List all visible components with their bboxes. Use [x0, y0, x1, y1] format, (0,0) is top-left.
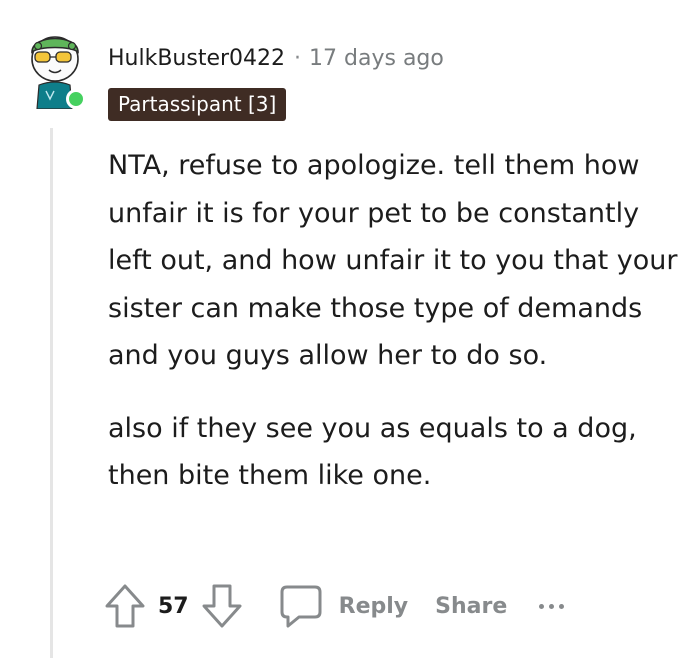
comment: HulkBuster0422 · 17 days ago Partassipan…: [0, 0, 700, 660]
speech-bubble-icon: [280, 585, 322, 628]
downvote-button[interactable]: [201, 583, 243, 629]
comment-meta: HulkBuster0422 · 17 days ago: [108, 42, 444, 74]
downvote-icon: [202, 584, 242, 628]
upvote-icon: [105, 584, 145, 628]
online-status-icon: [66, 89, 86, 109]
ellipsis-icon: [539, 603, 545, 609]
author-username[interactable]: HulkBuster0422: [108, 46, 285, 71]
comment-paragraph: NTA, refuse to apologize. tell them how …: [108, 150, 678, 371]
thread-line[interactable]: [50, 128, 53, 658]
user-avatar[interactable]: [22, 25, 88, 109]
user-flair: Partassipant [3]: [108, 88, 287, 121]
ellipsis-icon: [549, 603, 555, 609]
share-button[interactable]: Share: [435, 594, 507, 619]
reply-label: Reply: [338, 593, 409, 619]
more-options-button[interactable]: [539, 591, 565, 621]
reply-button[interactable]: Reply: [279, 584, 409, 628]
comment-actions: 57 Reply Share: [104, 580, 565, 632]
comment-timestamp[interactable]: 17 days ago: [309, 46, 444, 71]
vote-score: 57: [158, 593, 189, 619]
ellipsis-icon: [559, 603, 565, 609]
comment-paragraph: also if they see you as equals to a dog,…: [108, 412, 637, 492]
upvote-button[interactable]: [104, 583, 146, 629]
meta-separator: ·: [294, 45, 302, 71]
comment-body: NTA, refuse to apologize. tell them how …: [108, 142, 683, 500]
